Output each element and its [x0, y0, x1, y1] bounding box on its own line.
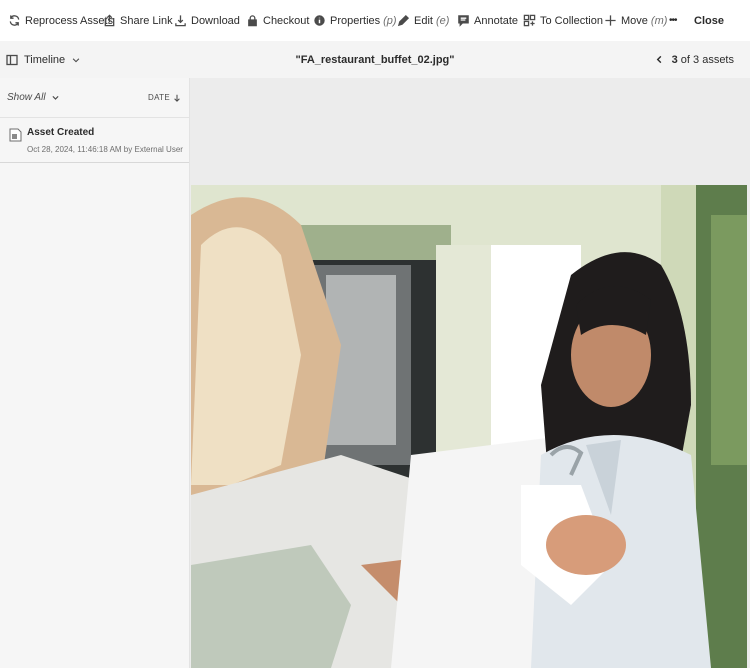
to-collection-button[interactable]: To Collection: [523, 0, 603, 41]
chevron-left-icon[interactable]: [655, 55, 664, 64]
annotate-label: Annotate: [474, 14, 519, 27]
lock-icon: [248, 15, 257, 27]
timeline-event-title: Asset Created: [27, 127, 95, 138]
share-link-button[interactable]: Share Link: [103, 0, 173, 41]
timeline-event-meta: Oct 28, 2024, 11:46:18 AM by External Us…: [27, 145, 183, 154]
share-link-label: Share Link: [120, 14, 173, 27]
more-actions-button[interactable]: •••: [669, 0, 677, 41]
more-icon: •••: [669, 15, 677, 26]
properties-shortcut: (p): [383, 14, 397, 27]
collection-icon: [523, 14, 536, 27]
action-toolbar: Reprocess Assets Share Link Download Che…: [0, 0, 750, 42]
chevron-down-icon: [51, 95, 59, 100]
show-all-dropdown[interactable]: Show All: [7, 92, 60, 103]
asset-title: "FA_restaurant_buffet_02.jpg": [295, 53, 455, 66]
date-sort-button[interactable]: DATE: [148, 93, 181, 102]
move-label: Move: [621, 14, 648, 27]
share-icon: [104, 14, 115, 27]
to-collection-label: To Collection: [540, 14, 603, 27]
asset-pager: 3 of 3 assets: [655, 41, 734, 78]
show-all-label: Show All: [7, 92, 46, 103]
close-label: Close: [694, 14, 724, 27]
edit-label: Edit: [414, 14, 433, 27]
reprocess-assets-button[interactable]: Reprocess Assets: [8, 0, 113, 41]
timeline-event[interactable]: Asset Created Oct 28, 2024, 11:46:18 AM …: [0, 118, 189, 163]
date-sort-label: DATE: [148, 93, 170, 102]
arrow-down-icon: [174, 94, 180, 102]
timeline-rail: Show All DATE Asset Created Oct 28, 2024…: [0, 78, 190, 668]
download-icon: [175, 15, 186, 27]
download-label: Download: [191, 14, 240, 27]
checkout-label: Checkout: [263, 14, 310, 27]
asset-preview-image[interactable]: [191, 185, 747, 668]
plus-icon: [605, 15, 616, 26]
asset-file-icon: [9, 128, 22, 142]
restaurant-buffet-photo: [191, 185, 747, 668]
move-shortcut: (m): [650, 14, 668, 27]
pager-total: of 3 assets: [680, 53, 734, 66]
asset-preview-stage: [190, 78, 750, 668]
pencil-icon: [397, 14, 410, 27]
reprocess-assets-label: Reprocess Assets: [25, 14, 114, 27]
annotate-button[interactable]: Annotate: [457, 0, 518, 41]
comment-icon: [458, 15, 469, 27]
edit-shortcut: (e): [435, 14, 450, 27]
download-button[interactable]: Download: [174, 0, 240, 41]
asset-header-bar: Timeline "FA_restaurant_buffet_02.jpg" 3…: [0, 41, 750, 79]
refresh-icon: [9, 15, 20, 26]
timeline-filter-bar: Show All DATE: [0, 78, 189, 118]
edit-button[interactable]: Edit (e): [397, 0, 449, 41]
close-button[interactable]: Close: [694, 0, 724, 41]
info-icon: [314, 15, 325, 26]
properties-label: Properties: [330, 14, 381, 27]
checkout-button[interactable]: Checkout: [246, 0, 309, 41]
pager-current: 3: [671, 53, 678, 66]
properties-button[interactable]: Properties (p): [313, 0, 397, 41]
move-button[interactable]: Move (m): [604, 0, 667, 41]
